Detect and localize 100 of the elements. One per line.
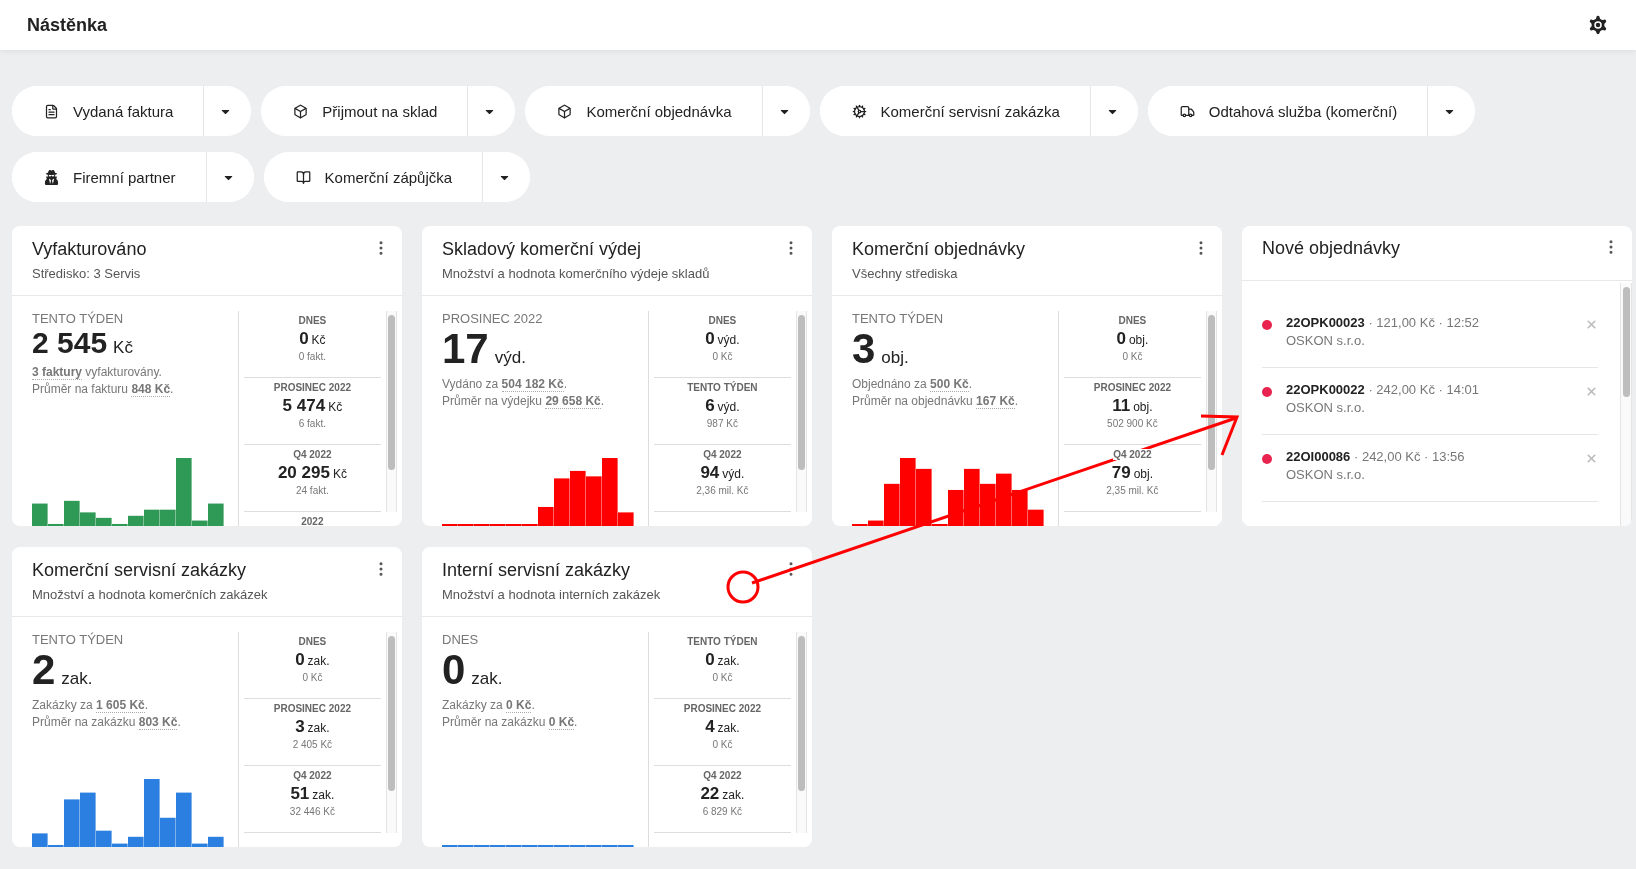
unit-label: zak. (61, 669, 93, 689)
main-value: 2 545 (32, 328, 108, 358)
dropdown-button[interactable] (482, 152, 531, 202)
period-label: Q4 2022 (703, 770, 742, 781)
card-title: Komerční objednávky (852, 239, 1026, 260)
period-label: Q4 2022 (1113, 449, 1152, 460)
dropdown-button[interactable] (1089, 86, 1138, 136)
stat-value: 3 (295, 717, 305, 737)
unit-label: Kč (113, 338, 133, 358)
unit-label: výd. (717, 400, 740, 414)
stat-value: 5 474 (282, 396, 326, 416)
main-value: 17 (442, 328, 489, 370)
main-value: 2 (32, 649, 56, 691)
stat-value: 4 (705, 717, 715, 737)
card-title: Nové objednávky (1262, 238, 1401, 260)
card-subtitle: Množství a hodnota komerčních zakázek (32, 587, 268, 602)
card-subtitle: Všechny střediska (852, 266, 959, 281)
company-name: OSKON s.r.o. (1286, 333, 1366, 348)
period-label: DNES (298, 315, 327, 326)
stat-value: 11 (1112, 396, 1131, 416)
settings-icon[interactable] (1586, 13, 1610, 37)
period-label: TENTO TÝDEN (852, 311, 945, 326)
unit-label: zak. (471, 669, 503, 689)
stat-detail: 0 Kč (711, 351, 734, 362)
unit-label: výd. (722, 467, 745, 481)
order-summary: 22OI00086 · 242,00 Kč · 13:56 (1286, 449, 1466, 464)
dropdown-button[interactable] (467, 86, 516, 136)
card-title: Komerční servisní zakázky (32, 560, 248, 581)
book-icon (295, 169, 311, 185)
scrollbar[interactable] (795, 632, 807, 833)
company-name: OSKON s.r.o. (1286, 467, 1366, 482)
unit-label: zak. (722, 788, 745, 802)
unit-label: obj. (1133, 400, 1153, 414)
stat-detail: 0 Kč (1121, 351, 1144, 362)
stat-detail: 0 Kč (711, 739, 734, 750)
stat-value: 79 (1111, 463, 1131, 483)
summary-text: Objednáno za 500 Kč. (852, 376, 974, 393)
period-label: 2022 (301, 516, 324, 526)
period-label: TENTO TÝDEN (32, 632, 125, 647)
stat-detail: 6 fakt. (297, 418, 327, 429)
scrollbar[interactable] (1205, 311, 1217, 512)
unit-label: obj. (881, 348, 909, 368)
order-item[interactable]: 22OPK00022 · 242,00 Kč · 14:01 OSKON s.r.o. (1262, 368, 1598, 435)
period-label: TENTO TÝDEN (687, 636, 758, 647)
period-label: DNES (708, 315, 737, 326)
period-label: DNES (442, 632, 480, 647)
summary-text: Průměr na výdejku 29 658 Kč. (442, 393, 606, 410)
page-title: Nástěnka (27, 14, 108, 36)
dropdown-button[interactable] (205, 152, 254, 202)
scrollbar[interactable] (795, 311, 807, 512)
period-label: TENTO TÝDEN (687, 382, 758, 393)
stat-value: 22 (700, 784, 720, 804)
stat-detail: 0 fakt. (297, 351, 327, 362)
box-icon (557, 103, 573, 119)
summary-text: Vydáno za 504 182 Kč. (442, 376, 568, 393)
unit-label: obj. (1128, 333, 1149, 347)
order-item[interactable]: 22OPK00023 · 121,00 Kč · 12:52 OSKON s.r.o. (1262, 301, 1598, 368)
dropdown-button[interactable] (761, 86, 810, 136)
stat-detail: 502 900 Kč (1106, 418, 1159, 429)
unit-label: Kč (332, 467, 347, 481)
order-item[interactable]: 22OI00086 · 242,00 Kč · 13:56 OSKON s.r.o. (1262, 435, 1598, 502)
stat-value: 51 (290, 784, 310, 804)
order-summary: 22OPK00022 · 242,00 Kč · 14:01 (1286, 382, 1480, 397)
period-label: PROSINEC 2022 (683, 703, 761, 714)
unit-label: výd. (494, 348, 526, 368)
unit-label: zak. (312, 788, 335, 802)
card-title: Interní servisní zakázky (442, 560, 632, 581)
period-label: PROSINEC 2022 (442, 311, 544, 326)
scrollbar[interactable] (385, 311, 397, 512)
period-label: DNES (298, 636, 327, 647)
unit-label: Kč (328, 400, 343, 414)
stat-value: 0 (1116, 329, 1126, 349)
card-title: Skladový komerční výdej (442, 239, 643, 260)
stat-detail: 0 Kč (301, 672, 324, 683)
card-subtitle: Středisko: 3 Servis (32, 266, 142, 281)
dropdown-button[interactable] (1427, 86, 1476, 136)
stat-detail: 0 Kč (711, 672, 734, 683)
card-subtitle: Množství a hodnota interních zakázek (442, 587, 661, 602)
dropdown-button[interactable] (203, 86, 252, 136)
unit-label: zak. (307, 654, 330, 668)
card-subtitle: Množství a hodnota komerčního výdeje skladů (442, 266, 710, 281)
box-icon (293, 103, 309, 119)
truck-icon (1179, 103, 1195, 119)
summary-text: Průměr na objednávku 167 Kč. (852, 393, 1020, 410)
annotation-circle (726, 570, 760, 604)
period-label: PROSINEC 2022 (1093, 382, 1171, 393)
stat-detail: 2,36 mil. Kč (695, 485, 750, 496)
stat-detail: 2 405 Kč (291, 739, 334, 750)
stat-value: 0 (705, 650, 715, 670)
stat-detail: 24 fakt. (294, 485, 330, 496)
scrollbar[interactable] (1620, 283, 1632, 526)
unit-label: obj. (1133, 467, 1153, 481)
scrollbar[interactable] (385, 632, 397, 833)
card-title: Vyfakturováno (32, 239, 147, 260)
document-icon (44, 103, 59, 119)
unit-label: zak. (717, 654, 740, 668)
stat-detail: 32 446 Kč (288, 806, 336, 817)
stat-value: 94 (700, 463, 720, 483)
summary-text: Zakázky za 1 605 Kč. (32, 697, 150, 714)
period-label: Q4 2022 (703, 449, 742, 460)
